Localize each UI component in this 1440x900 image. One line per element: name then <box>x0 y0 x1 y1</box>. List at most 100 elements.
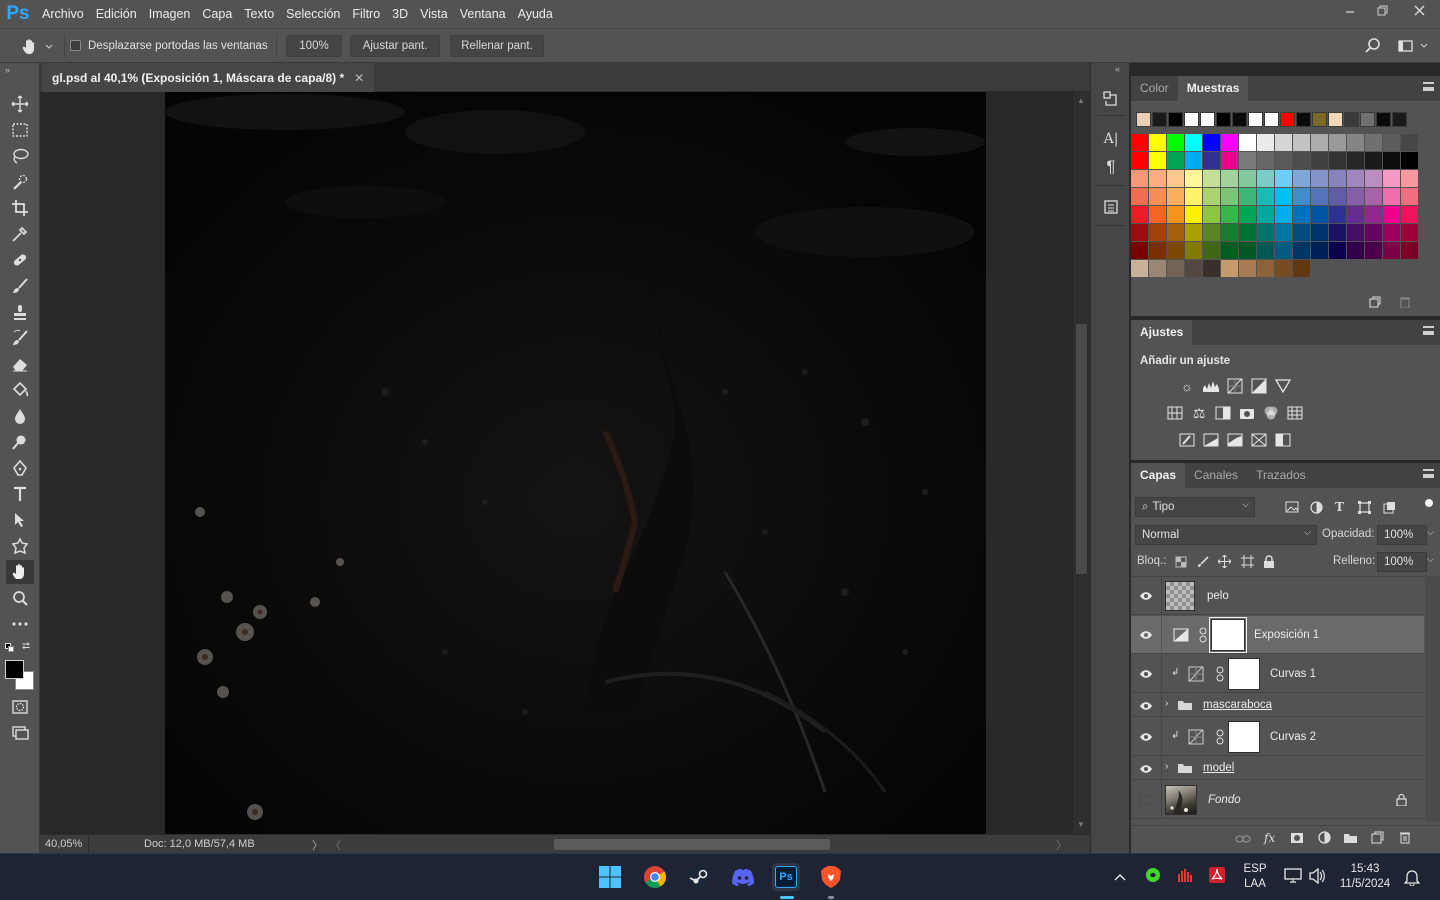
filter-smart-object-icon[interactable] <box>1383 501 1396 517</box>
color-swatch[interactable] <box>1185 224 1202 241</box>
filter-shape-icon[interactable] <box>1358 501 1371 517</box>
visibility-eye-icon[interactable] <box>1139 628 1153 642</box>
color-swatch[interactable] <box>1347 170 1364 187</box>
color-swatch[interactable] <box>1131 170 1148 187</box>
color-swatch[interactable] <box>1257 206 1274 223</box>
color-swatch[interactable] <box>1221 188 1238 205</box>
color-swatch[interactable] <box>1365 152 1382 169</box>
channel-mixer-icon[interactable] <box>1262 404 1280 422</box>
link-layers-icon[interactable] <box>1235 833 1251 847</box>
color-swatch[interactable] <box>1383 170 1400 187</box>
color-swatch[interactable] <box>1293 134 1310 151</box>
zoom-level-field[interactable]: 40,05% <box>45 838 82 850</box>
color-swatch[interactable] <box>1221 260 1238 277</box>
more-tools-icon[interactable] <box>6 612 34 636</box>
layer-filter-select[interactable]: ⌕ Tipo ⌵ <box>1135 497 1255 517</box>
color-swatch[interactable] <box>1383 152 1400 169</box>
color-swatch[interactable] <box>1365 134 1382 151</box>
menu-capa[interactable]: Capa <box>196 0 238 28</box>
layer-row[interactable]: ↲ Curvas 1 <box>1131 655 1424 693</box>
menu-3d[interactable]: 3D <box>386 0 414 28</box>
color-swatch[interactable] <box>1239 188 1256 205</box>
color-swatch[interactable] <box>1293 152 1310 169</box>
color-swatch[interactable] <box>1383 188 1400 205</box>
blend-mode-select[interactable]: Normal ⌵ <box>1135 525 1317 545</box>
filter-adjustment-icon[interactable] <box>1310 501 1323 517</box>
vibrance-icon[interactable] <box>1274 377 1292 395</box>
color-swatch[interactable] <box>1293 170 1310 187</box>
color-swatch[interactable] <box>1239 170 1256 187</box>
color-swatch[interactable] <box>1401 188 1418 205</box>
color-swatch[interactable] <box>1167 152 1184 169</box>
fill-screen-button[interactable]: Rellenar pant. <box>450 35 544 57</box>
color-swatch[interactable] <box>1203 242 1220 259</box>
layer-row[interactable]: Fondo <box>1131 781 1424 819</box>
posterize-icon[interactable] <box>1202 431 1220 449</box>
recent-swatch[interactable] <box>1136 112 1151 127</box>
color-swatch[interactable] <box>1347 224 1364 241</box>
color-swatch[interactable] <box>1149 206 1166 223</box>
recent-swatch[interactable] <box>1232 112 1247 127</box>
screen-mode-icon[interactable] <box>6 721 34 745</box>
color-swatch[interactable] <box>1131 224 1148 241</box>
eyedropper-tool-icon[interactable] <box>6 222 34 246</box>
zoom-100-button[interactable]: 100% <box>286 35 342 57</box>
paint-bucket-tool-icon[interactable] <box>6 378 34 402</box>
color-swatch[interactable] <box>1221 152 1238 169</box>
color-swatch[interactable] <box>1275 170 1292 187</box>
color-swatch[interactable] <box>1149 134 1166 151</box>
color-swatch[interactable] <box>1257 242 1274 259</box>
color-swatch[interactable] <box>1185 242 1202 259</box>
layer-mask-thumbnail[interactable] <box>1228 658 1260 690</box>
photo-filter-icon[interactable] <box>1238 404 1256 422</box>
horizontal-scroll-thumb[interactable] <box>554 839 830 850</box>
exposure-icon[interactable] <box>1250 377 1268 395</box>
add-mask-icon[interactable] <box>1290 832 1304 847</box>
blur-tool-icon[interactable] <box>6 404 34 428</box>
network-icon[interactable] <box>1284 868 1302 887</box>
color-swatch[interactable] <box>1401 224 1418 241</box>
color-swatch[interactable] <box>1275 188 1292 205</box>
layer-group-row[interactable]: › mascaraboca <box>1131 694 1424 717</box>
fill-input[interactable]: 100% <box>1377 552 1427 572</box>
paragraph-panel-icon[interactable]: ¶ <box>1101 157 1121 177</box>
color-swatch[interactable] <box>1275 134 1292 151</box>
menu-archivo[interactable]: Archivo <box>36 0 90 28</box>
color-swatch[interactable] <box>1257 170 1274 187</box>
color-swatch[interactable] <box>1167 224 1184 241</box>
tab-adjustments[interactable]: Ajustes <box>1131 320 1193 345</box>
color-swatch[interactable] <box>1149 242 1166 259</box>
recent-swatch[interactable] <box>1360 112 1375 127</box>
color-swatch[interactable] <box>1131 152 1148 169</box>
default-colors-icon[interactable] <box>5 643 14 652</box>
color-swatch[interactable] <box>1329 134 1346 151</box>
color-swatch[interactable] <box>1275 152 1292 169</box>
color-swatch[interactable] <box>1221 170 1238 187</box>
color-swatch[interactable] <box>1329 170 1346 187</box>
menu-ventana[interactable]: Ventana <box>454 0 512 28</box>
search-icon[interactable] <box>1364 37 1382 55</box>
color-swatch[interactable] <box>1149 260 1166 277</box>
razer-tray-icon[interactable] <box>1145 867 1161 886</box>
color-swatch[interactable] <box>1167 134 1184 151</box>
brush-tool-icon[interactable] <box>6 274 34 298</box>
color-swatch[interactable] <box>1311 242 1328 259</box>
color-swatch[interactable] <box>1329 206 1346 223</box>
path-selection-tool-icon[interactable] <box>6 508 34 532</box>
dodge-tool-icon[interactable] <box>6 430 34 454</box>
discord-icon[interactable] <box>729 863 757 891</box>
properties-panel-icon[interactable] <box>1101 197 1121 217</box>
recent-swatch[interactable] <box>1296 112 1311 127</box>
color-swatch[interactable] <box>1131 242 1148 259</box>
restore-button[interactable] <box>1366 0 1398 20</box>
mask-link-icon[interactable] <box>1199 627 1207 646</box>
vertical-scrollbar[interactable]: ▲ ▼ <box>1072 92 1090 834</box>
color-swatch[interactable] <box>1131 260 1148 277</box>
color-swatch[interactable] <box>1239 134 1256 151</box>
color-swatch[interactable] <box>1257 152 1274 169</box>
recent-swatch[interactable] <box>1264 112 1279 127</box>
document-tab[interactable]: gl.psd al 40,1% (Exposición 1, Máscara d… <box>42 63 375 92</box>
visibility-eye-icon[interactable] <box>1139 699 1153 713</box>
layer-lock-icon[interactable] <box>1396 793 1407 809</box>
color-swatch[interactable] <box>1185 134 1202 151</box>
